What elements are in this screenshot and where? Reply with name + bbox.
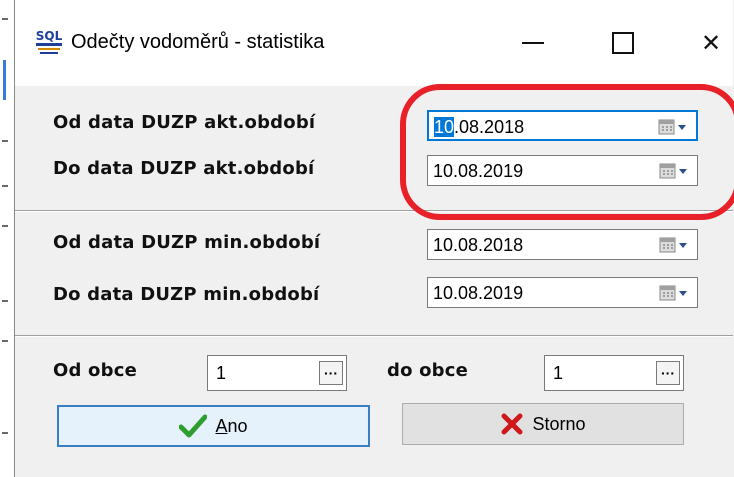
background-tick [2, 185, 8, 187]
background-tick [2, 340, 8, 342]
previous-from-label: Od data DUZP min.období [53, 232, 321, 253]
municipality-from-label: Od obce [53, 360, 137, 381]
title-bar[interactable]: SQL Odečty vodoměrů - statistika ✕ [15, 0, 733, 86]
municipality-from-field[interactable]: 1 ··· [207, 355, 347, 391]
highlight-annotation [400, 84, 734, 220]
selected-text: 10 [434, 117, 455, 137]
section-divider [15, 210, 733, 212]
municipality-to-value: 1 [553, 363, 564, 383]
current-to-date-value: 10.08.2019 [433, 161, 524, 181]
sql-app-icon: SQL [34, 27, 64, 57]
calendar-dropdown-icon[interactable] [659, 161, 689, 181]
maximize-button[interactable] [593, 18, 653, 68]
ok-button-label: Ano [215, 415, 248, 436]
date-remainder: .08.2018 [454, 117, 525, 137]
checkmark-icon [179, 414, 208, 438]
current-to-date-field[interactable]: 10.08.2019 [427, 155, 698, 186]
background-selection-bar [3, 60, 6, 100]
window-title: Odečty vodoměrů - statistika [71, 31, 325, 53]
section-divider [15, 335, 733, 337]
ok-button[interactable]: Ano [57, 405, 370, 447]
maximize-icon [612, 32, 634, 54]
background-tick [2, 300, 8, 302]
cross-icon [501, 413, 523, 435]
cancel-button[interactable]: Storno [402, 403, 684, 445]
municipality-to-field[interactable]: 1 ··· [544, 355, 684, 391]
browse-button[interactable]: ··· [319, 361, 343, 385]
municipality-from-value: 1 [216, 363, 227, 383]
calendar-dropdown-icon[interactable] [659, 235, 689, 255]
close-icon: ✕ [700, 29, 722, 57]
statistics-dialog: SQL Odečty vodoměrů - statistika ✕ Od da… [14, 0, 734, 477]
current-to-label: Do data DUZP akt.období [53, 158, 315, 179]
calendar-dropdown-icon[interactable] [659, 283, 689, 303]
browse-button[interactable]: ··· [656, 361, 680, 385]
previous-to-label: Do data DUZP min.období [53, 284, 320, 305]
calendar-dropdown-icon[interactable] [658, 117, 688, 137]
current-from-label: Od data DUZP akt.období [53, 112, 316, 133]
previous-from-date-value: 10.08.2018 [433, 235, 524, 255]
previous-to-date-value: 10.08.2019 [433, 283, 524, 303]
previous-to-date-field[interactable]: 10.08.2019 [427, 277, 698, 308]
background-tick [2, 140, 8, 142]
svg-text:SQL: SQL [36, 29, 63, 43]
background-tick [2, 225, 8, 227]
previous-from-date-field[interactable]: 10.08.2018 [427, 229, 698, 260]
current-from-date-field[interactable]: 10.08.2018 [427, 110, 698, 141]
background-tick [2, 18, 8, 20]
background-tick [2, 432, 8, 434]
cancel-button-label: Storno [532, 413, 586, 434]
minimize-icon [522, 42, 544, 44]
current-from-date-value: 10.08.2018 [434, 117, 524, 138]
background-window-strip [0, 0, 15, 477]
close-button[interactable]: ✕ [681, 18, 734, 68]
municipality-to-label: do obce [387, 360, 469, 381]
minimize-button[interactable] [503, 18, 563, 68]
